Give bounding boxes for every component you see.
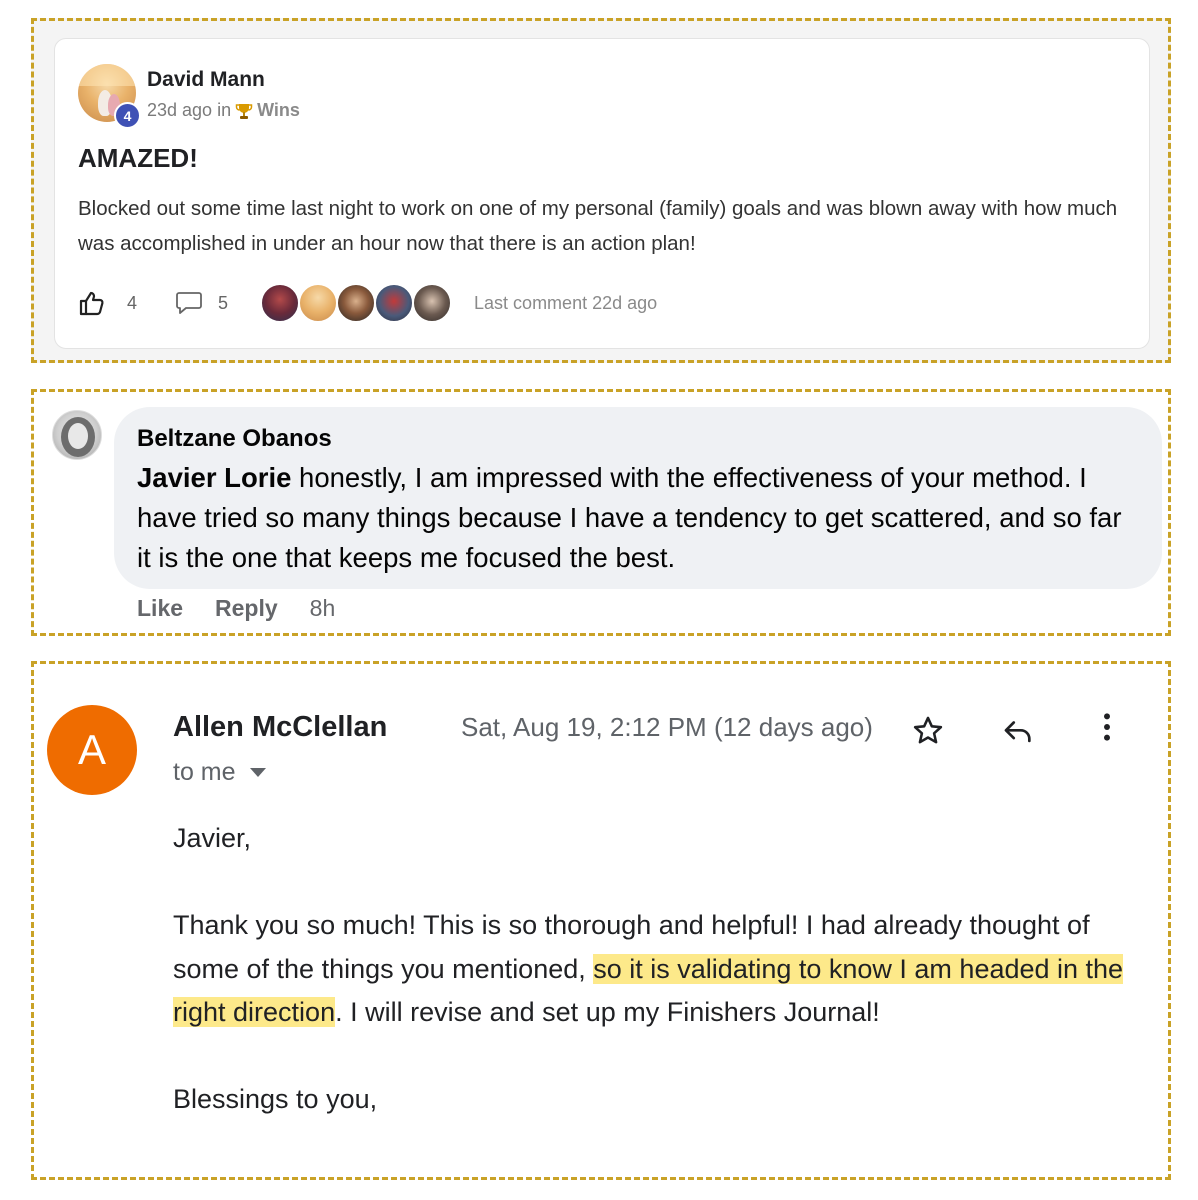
like-count: 4	[127, 292, 138, 313]
thumbs-up-icon	[78, 289, 106, 317]
email-greeting: Javier,	[173, 823, 252, 853]
email-paragraph: Thank you so much! This is so thorough a…	[173, 904, 1133, 1035]
level-badge: 4	[114, 102, 141, 129]
post-body: Blocked out some time last night to work…	[78, 197, 1118, 255]
commenter-avatars	[260, 283, 453, 323]
email-body: Javier, Thank you so much! This is so th…	[173, 817, 1133, 1122]
commenter-avatar[interactable]	[260, 283, 301, 323]
mention-link[interactable]: Javier Lorie	[137, 462, 291, 493]
reply-link[interactable]: Reply	[215, 595, 278, 622]
commenter-avatar[interactable]	[374, 283, 415, 323]
post-card: 4 David Mann 23d ago in Wins AMAZED! Blo…	[54, 38, 1150, 349]
avatar[interactable]: A	[47, 705, 137, 795]
commenter-avatar[interactable]	[298, 283, 339, 323]
post-author[interactable]: David Mann	[147, 68, 265, 92]
star-icon[interactable]	[911, 714, 945, 748]
post-time: 23d ago in	[147, 100, 232, 120]
comment-button[interactable]: 5	[175, 290, 228, 316]
more-vertical-icon[interactable]	[1090, 710, 1124, 744]
reply-icon[interactable]	[1001, 714, 1035, 748]
comment-count: 5	[218, 292, 229, 313]
like-link[interactable]: Like	[137, 595, 183, 622]
recipient-label: to me	[173, 758, 236, 786]
post-screenshot-frame: 4 David Mann 23d ago in Wins AMAZED! Blo…	[31, 18, 1171, 363]
email-text: . I will revise and set up my Finishers …	[335, 997, 880, 1027]
comment-text: Javier Lorie honestly, I am impressed wi…	[137, 458, 1137, 578]
speech-bubble-icon	[175, 290, 203, 316]
comment-author[interactable]: Beltzane Obanos	[137, 425, 332, 453]
comment-bubble: Beltzane Obanos Javier Lorie honestly, I…	[114, 407, 1162, 589]
post-meta: 23d ago in Wins	[147, 100, 300, 121]
recipient-toggle[interactable]: to me	[173, 758, 266, 787]
commenter-avatar[interactable]	[412, 283, 453, 323]
email-closing: Blessings to you,	[173, 1084, 378, 1114]
like-button[interactable]: 4	[78, 289, 137, 317]
trophy-icon	[235, 102, 253, 120]
post-stats: 4 5 Last comment 22d ago	[78, 283, 658, 323]
post-category[interactable]: Wins	[257, 100, 300, 121]
commenter-avatar[interactable]	[336, 283, 377, 323]
email-screenshot-frame: A Allen McClellan Sat, Aug 19, 2:12 PM (…	[31, 661, 1171, 1180]
email-date: Sat, Aug 19, 2:12 PM (12 days ago)	[461, 712, 873, 742]
comment-time[interactable]: 8h	[310, 595, 336, 622]
email-sender[interactable]: Allen McClellan	[173, 711, 387, 744]
chevron-down-icon	[249, 768, 266, 777]
comment-actions: Like Reply 8h	[137, 595, 335, 622]
post-title: AMAZED!	[78, 143, 198, 173]
last-comment-time: Last comment 22d ago	[474, 292, 658, 313]
avatar[interactable]	[52, 410, 102, 460]
comment-screenshot-frame: Beltzane Obanos Javier Lorie honestly, I…	[31, 389, 1171, 636]
